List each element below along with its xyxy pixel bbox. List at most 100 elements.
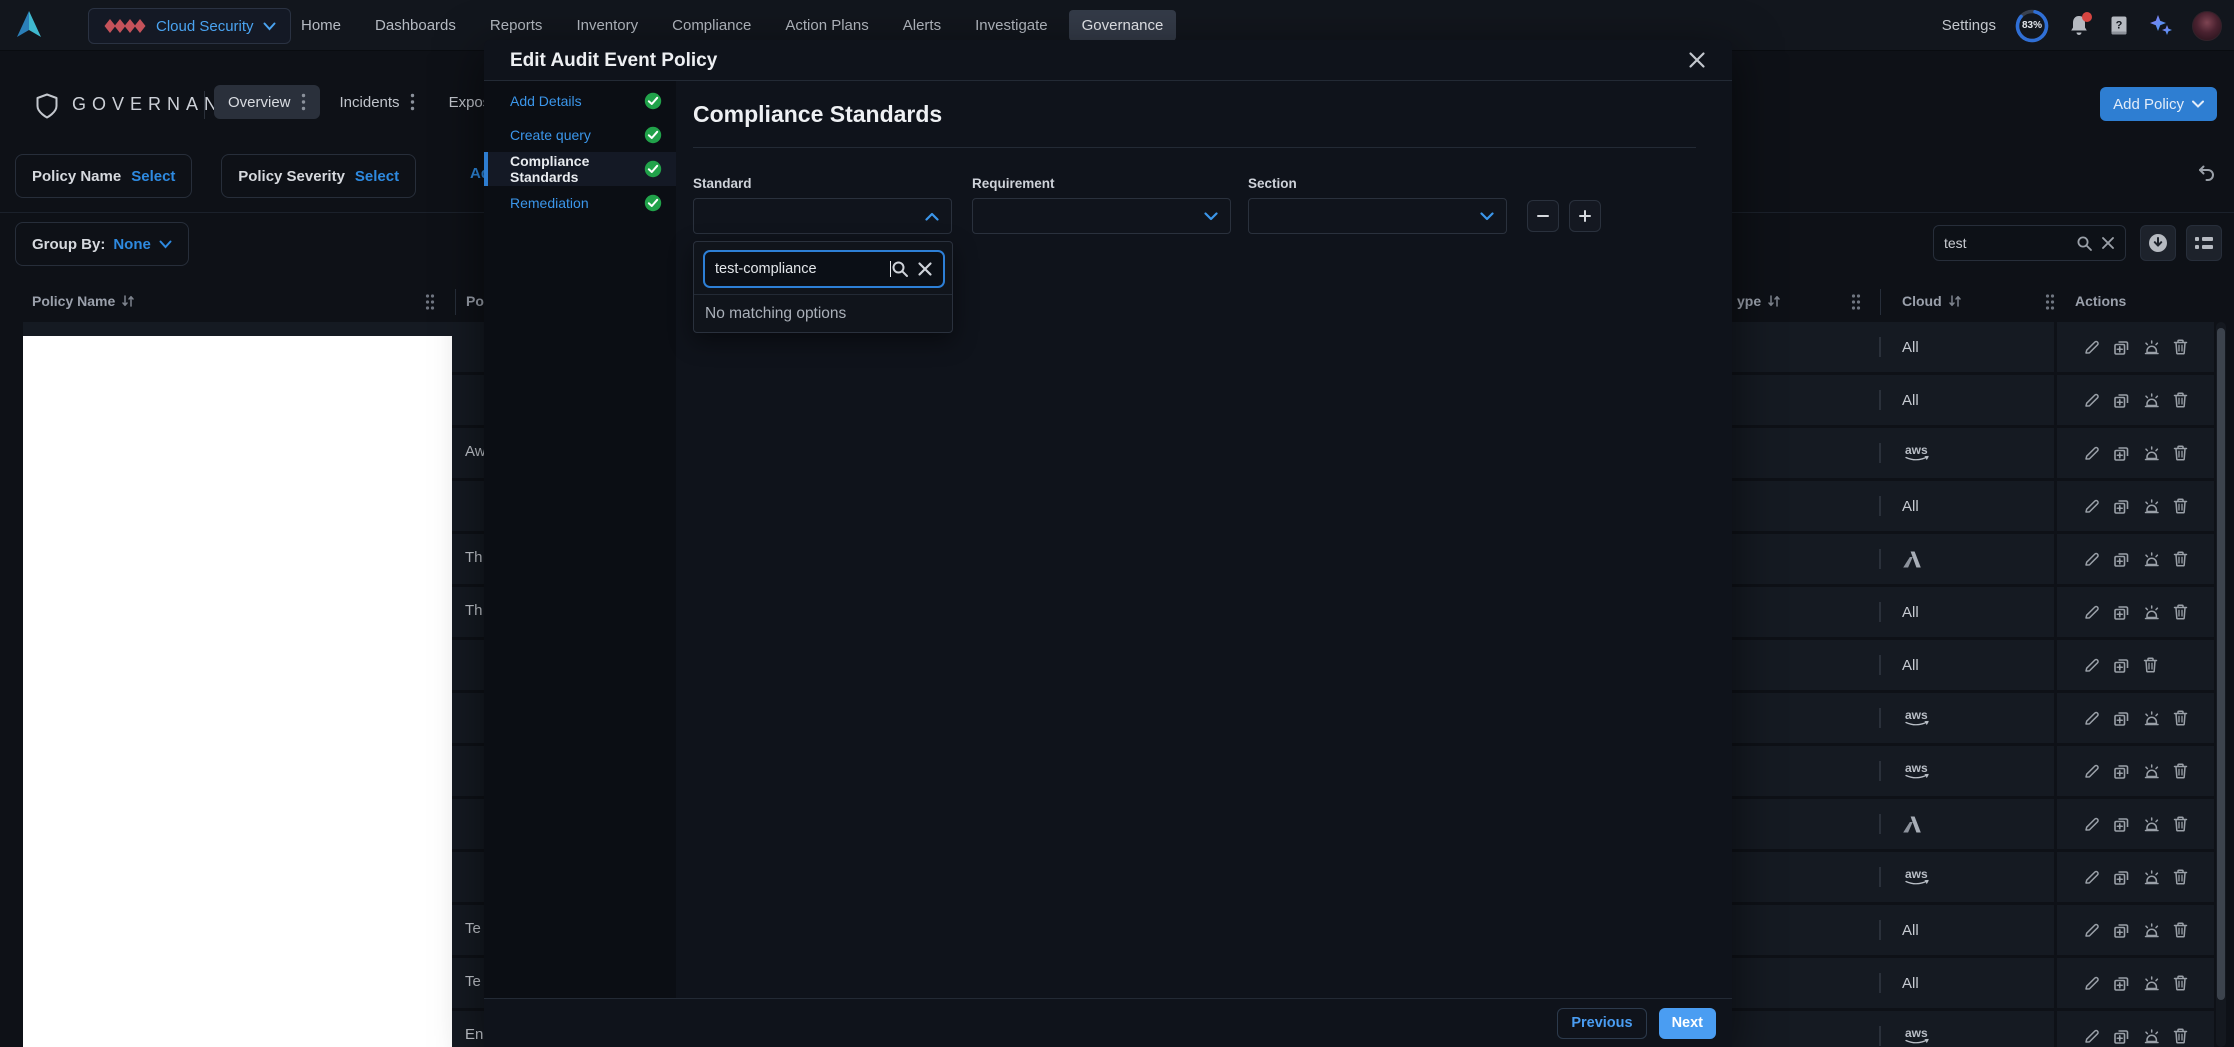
nav-item-action-plans[interactable]: Action Plans — [772, 10, 881, 41]
reset-filters-icon[interactable] — [2195, 162, 2217, 184]
table-search-input[interactable] — [1944, 235, 2076, 251]
alarm-icon[interactable] — [2142, 1027, 2161, 1045]
clone-icon[interactable] — [2112, 603, 2131, 622]
group-by-control[interactable]: Group By: None — [15, 222, 189, 266]
kebab-menu-icon[interactable] — [301, 93, 306, 111]
alarm-icon[interactable] — [2142, 444, 2161, 462]
clone-icon[interactable] — [2112, 709, 2131, 728]
clear-search-icon[interactable] — [917, 261, 933, 277]
nav-item-reports[interactable]: Reports — [477, 10, 556, 41]
alarm-icon[interactable] — [2142, 709, 2161, 727]
delete-icon[interactable] — [2142, 656, 2159, 674]
section-select[interactable] — [1248, 198, 1507, 234]
delete-icon[interactable] — [2172, 550, 2189, 568]
column-resize-handle[interactable] — [1879, 920, 1881, 940]
edit-icon[interactable] — [2083, 709, 2101, 727]
notifications-bell-icon[interactable] — [2068, 14, 2090, 38]
close-icon[interactable] — [1688, 51, 1706, 69]
edit-icon[interactable] — [2083, 550, 2101, 568]
clone-icon[interactable] — [2112, 391, 2131, 410]
tab-incidents[interactable]: Incidents — [326, 85, 429, 119]
clone-icon[interactable] — [2112, 868, 2131, 887]
column-resize-handle[interactable] — [1879, 708, 1881, 728]
column-resize-handle[interactable] — [1879, 1026, 1881, 1046]
wizard-step-compliance-standards[interactable]: Compliance Standards — [484, 152, 676, 186]
column-resize-handle[interactable] — [1879, 655, 1881, 675]
edit-icon[interactable] — [2083, 603, 2101, 621]
delete-icon[interactable] — [2172, 709, 2189, 727]
standard-select[interactable] — [693, 198, 952, 234]
column-resize-handle[interactable] — [1879, 549, 1881, 569]
add-standard-button[interactable] — [1569, 200, 1601, 232]
edit-icon[interactable] — [2083, 921, 2101, 939]
requirement-select[interactable] — [972, 198, 1231, 234]
column-grip-icon[interactable] — [2044, 293, 2056, 311]
nav-item-alerts[interactable]: Alerts — [890, 10, 954, 41]
filter-chip-policy-name[interactable]: Policy NameSelect — [15, 154, 192, 198]
alarm-icon[interactable] — [2142, 974, 2161, 992]
add-policy-button[interactable]: Add Policy — [2100, 87, 2217, 121]
previous-button[interactable]: Previous — [1557, 1008, 1646, 1039]
clone-icon[interactable] — [2112, 444, 2131, 463]
product-switcher[interactable]: Cloud Security — [88, 8, 291, 44]
edit-icon[interactable] — [2083, 338, 2101, 356]
user-avatar[interactable] — [2192, 11, 2222, 41]
column-resize-handle[interactable] — [1879, 814, 1881, 834]
edit-icon[interactable] — [2083, 974, 2101, 992]
edit-icon[interactable] — [2083, 444, 2101, 462]
clone-icon[interactable] — [2112, 974, 2131, 993]
column-header-type[interactable]: ype — [1737, 293, 1781, 309]
edit-icon[interactable] — [2083, 497, 2101, 515]
brand-logo-icon[interactable] — [14, 9, 44, 43]
alarm-icon[interactable] — [2142, 921, 2161, 939]
clone-icon[interactable] — [2112, 921, 2131, 940]
settings-link[interactable]: Settings — [1942, 17, 1996, 34]
delete-icon[interactable] — [2172, 338, 2189, 356]
edit-icon[interactable] — [2083, 815, 2101, 833]
clone-icon[interactable] — [2112, 497, 2131, 516]
column-resize-handle[interactable] — [1879, 337, 1881, 357]
tab-overview[interactable]: Overview — [214, 85, 320, 119]
edit-icon[interactable] — [2083, 868, 2101, 886]
filter-chip-policy-severity[interactable]: Policy SeveritySelect — [221, 154, 416, 198]
nav-item-home[interactable]: Home — [288, 10, 354, 41]
clear-search-icon[interactable] — [2101, 236, 2115, 250]
wizard-step-add-details[interactable]: Add Details — [484, 84, 676, 118]
column-resize-handle[interactable] — [1879, 496, 1881, 516]
wizard-step-remediation[interactable]: Remediation — [484, 186, 676, 220]
edit-icon[interactable] — [2083, 656, 2101, 674]
delete-icon[interactable] — [2172, 921, 2189, 939]
delete-icon[interactable] — [2172, 391, 2189, 409]
delete-icon[interactable] — [2172, 868, 2189, 886]
remove-standard-button[interactable] — [1527, 200, 1559, 232]
nav-item-dashboards[interactable]: Dashboards — [362, 10, 469, 41]
column-resize-handle[interactable] — [1879, 973, 1881, 993]
edit-icon[interactable] — [2083, 391, 2101, 409]
scrollbar-thumb[interactable] — [2217, 328, 2225, 1000]
download-button[interactable] — [2140, 225, 2176, 261]
wizard-step-create-query[interactable]: Create query — [484, 118, 676, 152]
ai-sparkles-icon[interactable] — [2148, 13, 2174, 39]
delete-icon[interactable] — [2172, 603, 2189, 621]
column-resize-handle[interactable] — [1879, 443, 1881, 463]
column-resize-handle[interactable] — [1879, 390, 1881, 410]
alarm-icon[interactable] — [2142, 868, 2161, 886]
column-resize-handle[interactable] — [1879, 867, 1881, 887]
alarm-icon[interactable] — [2142, 550, 2161, 568]
help-book-icon[interactable]: ? — [2108, 14, 2130, 38]
kebab-menu-icon[interactable] — [410, 93, 415, 111]
column-settings-button[interactable] — [2186, 225, 2222, 261]
column-grip-icon[interactable] — [1850, 293, 1862, 311]
standard-search-input[interactable] — [715, 261, 889, 277]
edit-icon[interactable] — [2083, 1027, 2101, 1045]
nav-item-governance[interactable]: Governance — [1069, 10, 1177, 41]
alarm-icon[interactable] — [2142, 603, 2161, 621]
usage-progress-ring[interactable]: 83% — [2014, 8, 2050, 44]
alarm-icon[interactable] — [2142, 338, 2161, 356]
nav-item-compliance[interactable]: Compliance — [659, 10, 764, 41]
column-grip-icon[interactable] — [424, 293, 436, 311]
clone-icon[interactable] — [2112, 815, 2131, 834]
delete-icon[interactable] — [2172, 815, 2189, 833]
alarm-icon[interactable] — [2142, 762, 2161, 780]
filter-value[interactable]: Select — [131, 168, 175, 185]
